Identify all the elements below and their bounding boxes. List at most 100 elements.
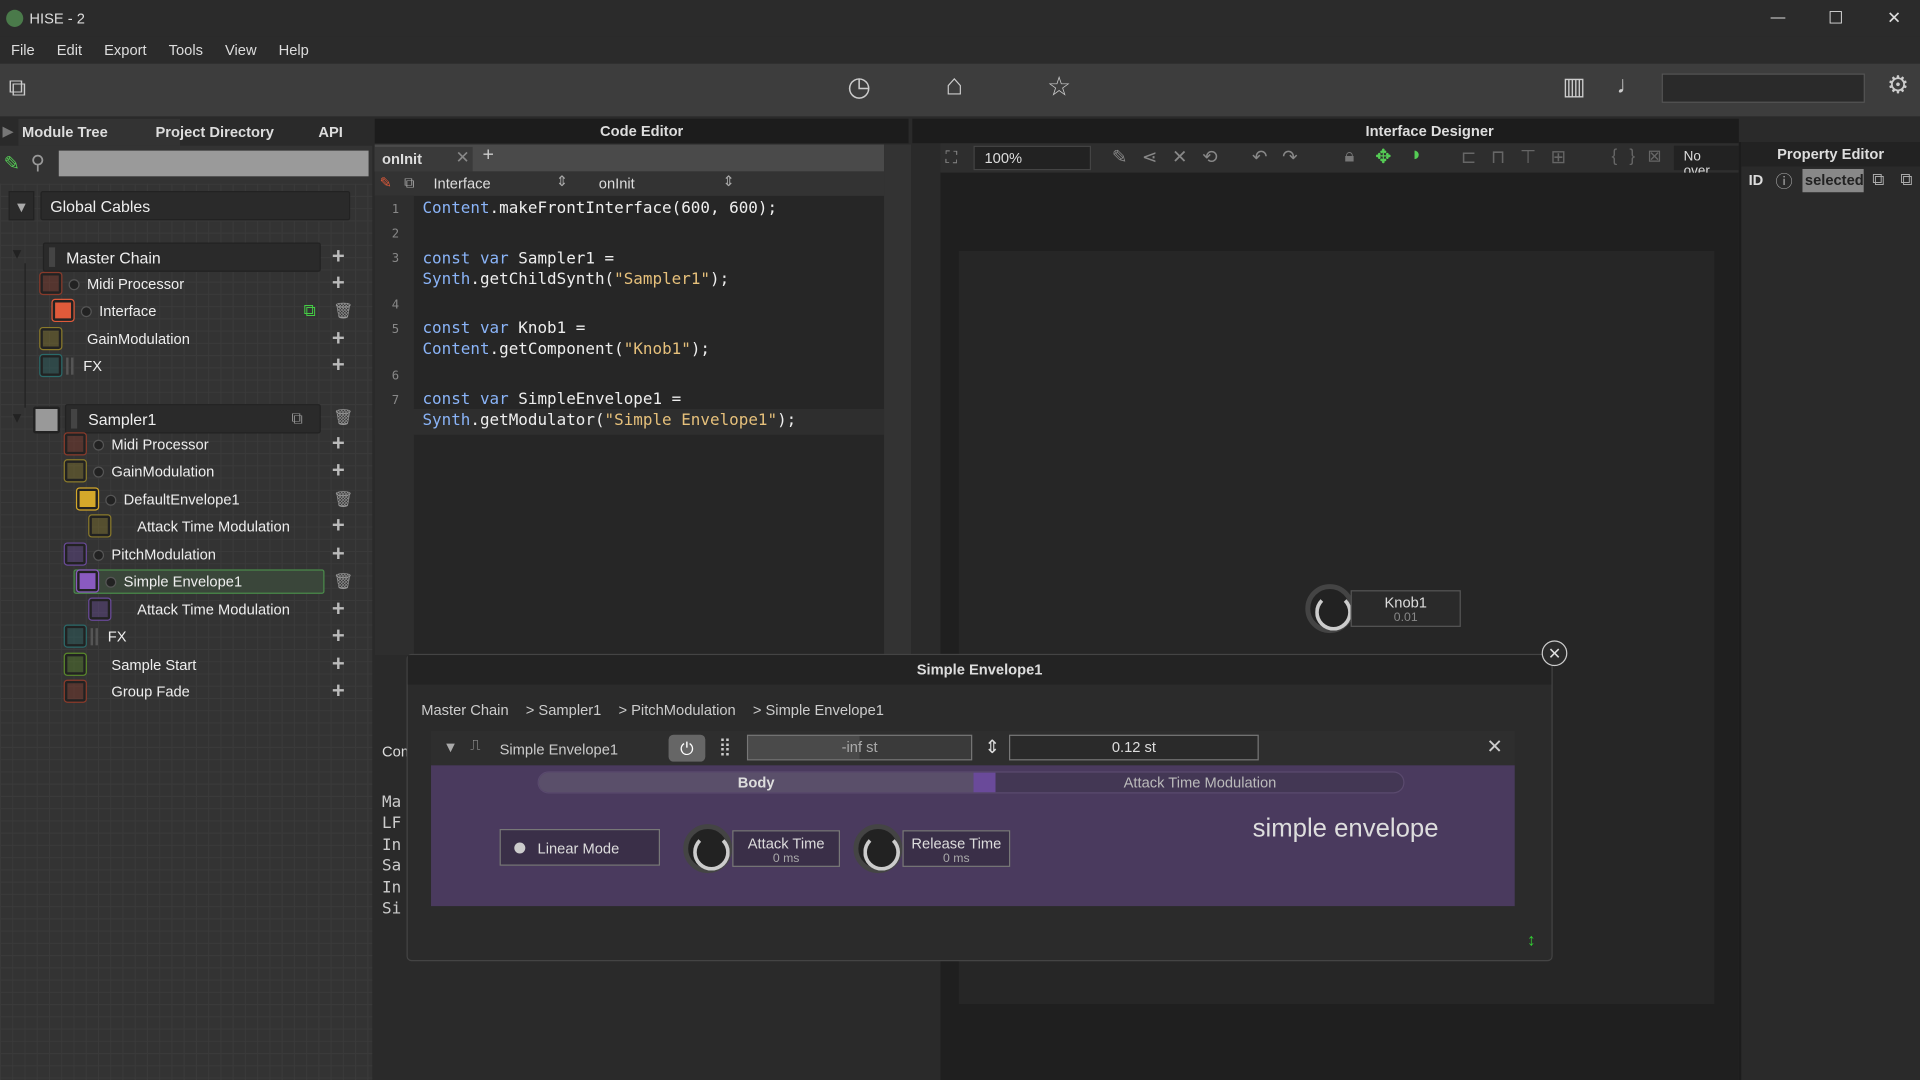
menu-edit[interactable]: Edit	[46, 37, 93, 64]
delete-icon[interactable]: 🗑︎	[333, 490, 353, 510]
expand-master-icon[interactable]: ▼	[10, 245, 25, 262]
popout-icon[interactable]: ⧉	[404, 174, 415, 192]
tree-item-pitchmodulation[interactable]: PitchModulation	[111, 546, 216, 563]
close-tab-icon[interactable]: ✕	[456, 147, 470, 168]
tab-project-directory[interactable]: Project Directory	[156, 124, 274, 141]
zoom-fit-icon[interactable]: ⛶	[945, 147, 957, 168]
help-icon[interactable]: ⓘ	[1776, 169, 1793, 193]
tree-item-sample-start[interactable]: Sample Start	[111, 656, 196, 673]
breadcrumb-sampler1[interactable]: > Sampler1	[526, 702, 602, 719]
breadcrumb-simple-envelope1[interactable]: > Simple Envelope1	[753, 702, 884, 719]
menu-tools[interactable]: Tools	[158, 37, 214, 64]
grid-icon[interactable]: ⣿	[719, 736, 732, 757]
breadcrumb-pitchmodulation[interactable]: > PitchModulation	[618, 702, 735, 719]
home-icon[interactable]: ⌂	[945, 70, 963, 100]
move-icon[interactable]: ✥	[1375, 144, 1391, 168]
tree-item-gainmodulation[interactable]: GainModulation	[87, 331, 190, 348]
add-module-icon[interactable]: +	[332, 514, 345, 536]
close-button[interactable]: ✕	[1887, 7, 1901, 28]
knob1[interactable]	[1305, 584, 1355, 634]
debug-icon[interactable]: ✎	[380, 174, 392, 191]
add-module-icon[interactable]: +	[332, 272, 345, 294]
add-module-icon[interactable]: +	[332, 542, 345, 564]
tree-item-attack-time-modulation[interactable]: Attack Time Modulation	[137, 601, 290, 618]
add-module-icon[interactable]: +	[332, 432, 345, 454]
add-module-icon[interactable]: +	[332, 459, 345, 481]
edit-script-icon[interactable]: ⧉	[304, 300, 316, 321]
tree-item-simple-envelope1[interactable]: Simple Envelope1	[124, 573, 242, 590]
add-module-icon[interactable]: +	[332, 354, 345, 376]
bypass-power-button[interactable]: ⏻	[668, 734, 706, 762]
global-cables-header[interactable]: Global Cables	[40, 191, 351, 221]
settings-gear-icon[interactable]: ⚙	[1887, 73, 1909, 97]
preview-icon[interactable]: ◗	[1411, 144, 1423, 166]
tab-body[interactable]: Body	[538, 772, 974, 793]
delete-icon[interactable]: 🗑︎	[333, 572, 353, 592]
callback-dropdown[interactable]: onInit	[599, 175, 635, 192]
menu-help[interactable]: Help	[268, 37, 320, 64]
json-icons[interactable]: {}⊠	[1611, 146, 1674, 167]
collapse-icon[interactable]: ▶	[2, 122, 13, 139]
minimize-button[interactable]: —	[1771, 9, 1786, 26]
add-module-icon[interactable]: +	[332, 245, 345, 267]
resize-icon[interactable]: ↕	[1527, 929, 1536, 949]
edit-tools-icons[interactable]: ✎⋖✕⟲ ↶↷	[1112, 146, 1312, 168]
tree-item-midi-processor[interactable]: Midi Processor	[111, 436, 208, 453]
tree-item-fx[interactable]: FX	[108, 628, 127, 645]
add-module-icon[interactable]: +	[332, 653, 345, 675]
tree-item-interface[interactable]: Interface	[99, 302, 156, 319]
tree-item-fx[interactable]: FX	[83, 358, 102, 375]
no-overlay-dropdown[interactable]: No over	[1673, 145, 1739, 179]
tree-item-attack-time-modulation[interactable]: Attack Time Modulation	[137, 518, 290, 535]
add-module-icon[interactable]: +	[332, 327, 345, 349]
star-icon[interactable]: ☆	[1047, 73, 1071, 100]
close-module-icon[interactable]: ✕	[1487, 735, 1503, 759]
module-color-swatch	[39, 271, 63, 296]
status-dot-icon	[105, 494, 117, 506]
collapse-global-cables-icon[interactable]: ▼	[8, 191, 35, 221]
fold-icon[interactable]: ▼	[443, 738, 458, 755]
tree-item-midi-processor[interactable]: Midi Processor	[87, 276, 184, 293]
tree-item-defaultenvelope1[interactable]: DefaultEnvelope1	[124, 491, 240, 508]
delete-icon[interactable]: 🗑︎	[333, 408, 353, 428]
status-dot-icon	[80, 306, 92, 318]
tree-chain-master-chain[interactable]: Master Chain	[42, 242, 321, 272]
processor-dropdown[interactable]: Interface	[433, 175, 570, 192]
search-input[interactable]	[58, 150, 369, 177]
tab-api[interactable]: API	[318, 124, 343, 141]
add-tab-icon[interactable]: +	[482, 144, 493, 166]
release-time-knob[interactable]	[853, 824, 903, 874]
tab-attack-time-modulation[interactable]: Attack Time Modulation	[996, 773, 1405, 793]
tree-item-group-fade[interactable]: Group Fade	[111, 683, 189, 700]
menu-view[interactable]: View	[214, 37, 268, 64]
tuning-fork-icon[interactable]: ♩	[1616, 73, 1640, 97]
add-module-icon[interactable]: +	[332, 598, 345, 620]
selected-id-field[interactable]: selected	[1802, 168, 1864, 193]
menu-file[interactable]: File	[0, 37, 46, 64]
linear-mode-toggle[interactable]: Linear Mode	[499, 828, 661, 866]
add-module-icon[interactable]: +	[332, 680, 345, 702]
align-icons[interactable]: ⊏⊓⊤⊞	[1461, 146, 1581, 168]
maximize-button[interactable]: ☐	[1828, 7, 1843, 28]
close-popup-button[interactable]: ✕	[1541, 640, 1568, 667]
tree-chain-sampler1[interactable]: Sampler1	[64, 404, 321, 434]
performance-icon[interactable]: ◷	[847, 73, 871, 100]
attack-time-knob[interactable]	[683, 824, 733, 874]
intensity-slider[interactable]: 0.12 st	[1008, 734, 1259, 761]
attack-time-value: 0 ms	[772, 852, 800, 866]
lock-icon[interactable]: 🔒︎	[1345, 146, 1355, 167]
new-window-icon[interactable]: ⧉	[9, 76, 26, 100]
popout-icon[interactable]: ⧉	[291, 409, 302, 429]
delete-icon[interactable]: 🗑︎	[333, 301, 353, 321]
copy-icon[interactable]: ⧉	[1872, 169, 1884, 190]
add-module-icon[interactable]: +	[332, 624, 345, 646]
code-scrollbar[interactable]	[884, 144, 912, 656]
menu-export[interactable]: Export	[93, 37, 158, 64]
paste-icon[interactable]: ⧉	[1900, 169, 1912, 190]
pencil-icon[interactable]: ✎	[4, 152, 20, 176]
expand-sampler-icon[interactable]: ▼	[10, 409, 25, 426]
keyboard-icon[interactable]: ▥	[1562, 75, 1585, 99]
breadcrumb-master-chain[interactable]: Master Chain	[421, 702, 508, 719]
zoom-dropdown[interactable]: 100%	[973, 145, 1092, 171]
tree-item-gainmodulation[interactable]: GainModulation	[111, 463, 214, 480]
